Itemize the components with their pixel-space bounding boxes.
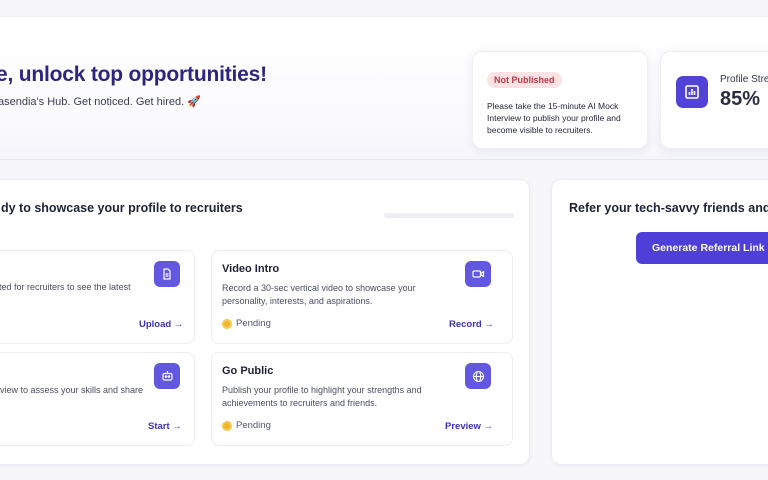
pending-icon	[222, 318, 232, 329]
upload-link[interactable]: Upload →	[139, 319, 183, 330]
document-icon	[154, 261, 180, 287]
card-video-desc: Record a 30-sec vertical video to showca…	[222, 283, 416, 306]
card-video-status: Pending	[222, 318, 271, 329]
card-resume: lated for recruiters to see the latest U…	[0, 250, 195, 344]
card-resume-desc: lated for recruiters to see the latest	[0, 282, 131, 292]
video-camera-icon	[465, 261, 491, 287]
preview-link[interactable]: Preview →	[445, 421, 493, 432]
card-public-status: Pending	[222, 420, 271, 431]
card-go-public: Go Public Publish your profile to highli…	[211, 352, 513, 446]
generate-referral-link-button[interactable]: Generate Referral Link	[636, 232, 768, 264]
profile-strength-value: 85%	[720, 88, 761, 110]
card-video-intro: Video Intro Record a 30-sec vertical vid…	[211, 250, 513, 344]
card-public-status-label: Pending	[236, 420, 271, 431]
referral-panel-title: Refer your tech-savvy friends and e	[569, 201, 768, 215]
card-mock-interview: erview to assess your skills and share s…	[0, 352, 195, 446]
hero-banner: e, unlock top opportunities! asendia's H…	[0, 16, 768, 160]
globe-icon	[465, 363, 491, 389]
hero-title: e, unlock top opportunities!	[0, 63, 267, 86]
card-video-title: Video Intro	[222, 263, 280, 275]
card-interview-desc-line1: erview to assess your skills and share	[0, 385, 144, 395]
hero-subtitle: asendia's Hub. Get noticed. Get hired. 🚀	[0, 96, 201, 108]
progress-bar	[384, 213, 514, 218]
pending-icon	[222, 420, 232, 431]
showcase-panel-title: dy to showcase your profile to recruiter…	[1, 201, 243, 215]
card-public-title: Go Public	[222, 365, 274, 377]
card-public-desc: Publish your profile to highlight your s…	[222, 385, 422, 408]
record-link[interactable]: Record →	[449, 319, 494, 330]
status-badge: Not Published	[487, 72, 562, 88]
robot-icon	[154, 363, 180, 389]
card-video-status-label: Pending	[236, 318, 271, 329]
start-link[interactable]: Start →	[148, 421, 182, 432]
publish-status-card: Not Published Please take the 15-minute …	[472, 51, 648, 149]
profile-strength-label: Profile Stren	[720, 74, 768, 85]
referral-panel: Refer your tech-savvy friends and e Gene…	[551, 179, 768, 465]
showcase-panel: dy to showcase your profile to recruiter…	[0, 179, 530, 465]
status-message: Please take the 15-minute AI Mock Interv…	[487, 101, 621, 135]
bar-chart-icon	[676, 76, 708, 108]
profile-strength-card: Profile Stren 85%	[660, 51, 768, 149]
